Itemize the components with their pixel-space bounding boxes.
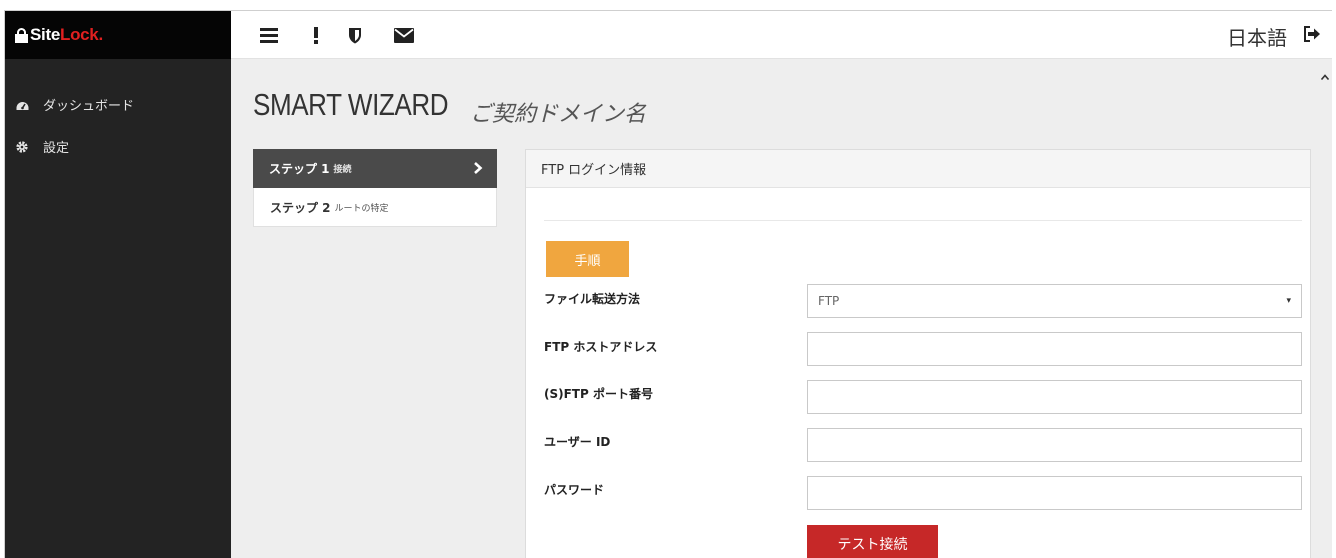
sidebar-item-label: 設定 <box>43 141 70 156</box>
sitelock-logo[interactable]: Site Lock. <box>15 25 103 45</box>
dropdown-caret-icon: ▾ <box>1286 296 1291 306</box>
alert-icon[interactable] <box>311 24 321 46</box>
sidebar-item-settings[interactable]: 設定 <box>15 137 69 156</box>
menu-icon[interactable] <box>259 24 279 46</box>
sidebar-item-dashboard[interactable]: ダッシュボード <box>15 95 134 114</box>
divider <box>544 220 1302 221</box>
sidebar: Site Lock. ダッシュボード 設定 <box>5 11 231 558</box>
step-sub-label: 接続 <box>333 165 352 175</box>
transfer-method-select[interactable]: FTP ▾ <box>807 284 1302 318</box>
ftp-login-panel: FTP ログイン情報 手順 ファイル転送方法 FTP ▾ FTP ホストアドレス… <box>525 149 1311 558</box>
step-sub-label: ルートの特定 <box>334 203 389 214</box>
shield-icon[interactable] <box>347 24 363 46</box>
main-content: SMART WIZARD ご契約ドメイン名 ステップ 1 接続 ステップ 2 ル… <box>231 59 1332 558</box>
page-title: SMART WIZARD <box>253 87 449 122</box>
logo-text-site: Site <box>30 25 60 44</box>
user-id-input[interactable] <box>807 428 1302 462</box>
step-1-connect[interactable]: ステップ 1 接続 <box>253 149 497 188</box>
ftp-port-label: (S)FTP ポート番号 <box>544 387 653 401</box>
transfer-method-label: ファイル転送方法 <box>544 292 641 306</box>
wizard-steps: ステップ 1 接続 ステップ 2 ルートの特定 <box>253 149 497 227</box>
instructions-button[interactable]: 手順 <box>546 241 629 277</box>
ftp-port-input[interactable] <box>807 380 1302 414</box>
gear-icon <box>15 140 29 154</box>
language-selector[interactable]: 日本語 <box>1227 22 1287 51</box>
scroll-up-icon[interactable] <box>1320 65 1330 81</box>
ftp-host-label: FTP ホストアドレス <box>544 340 658 354</box>
logo-bar: Site Lock. <box>5 11 231 59</box>
transfer-method-value: FTP <box>818 294 840 308</box>
step-label: ステップ 1 <box>269 162 330 176</box>
step-label: ステップ 2 <box>270 200 331 215</box>
password-label: パスワード <box>544 483 605 497</box>
logout-icon[interactable] <box>1303 26 1323 44</box>
padlock-icon <box>15 27 28 43</box>
ftp-host-input[interactable] <box>807 332 1302 366</box>
panel-heading: FTP ログイン情報 <box>526 150 1310 188</box>
domain-name-subtitle: ご契約ドメイン名 <box>470 102 647 127</box>
sidebar-item-label: ダッシュボード <box>43 99 135 114</box>
logo-text-lock: Lock. <box>59 25 103 44</box>
password-input[interactable] <box>807 476 1302 510</box>
step-2-locate-root[interactable]: ステップ 2 ルートの特定 <box>253 188 497 227</box>
test-connection-button[interactable]: テスト接続 <box>807 525 938 558</box>
envelope-icon[interactable] <box>393 24 415 46</box>
chevron-right-icon <box>473 162 483 174</box>
top-bar: 日本語 <box>231 11 1332 59</box>
user-id-label: ユーザー ID <box>544 435 611 449</box>
app-window: Site Lock. ダッシュボード 設定 日本語 SMART WIZARD ご… <box>4 10 1332 558</box>
dashboard-icon <box>15 98 29 112</box>
